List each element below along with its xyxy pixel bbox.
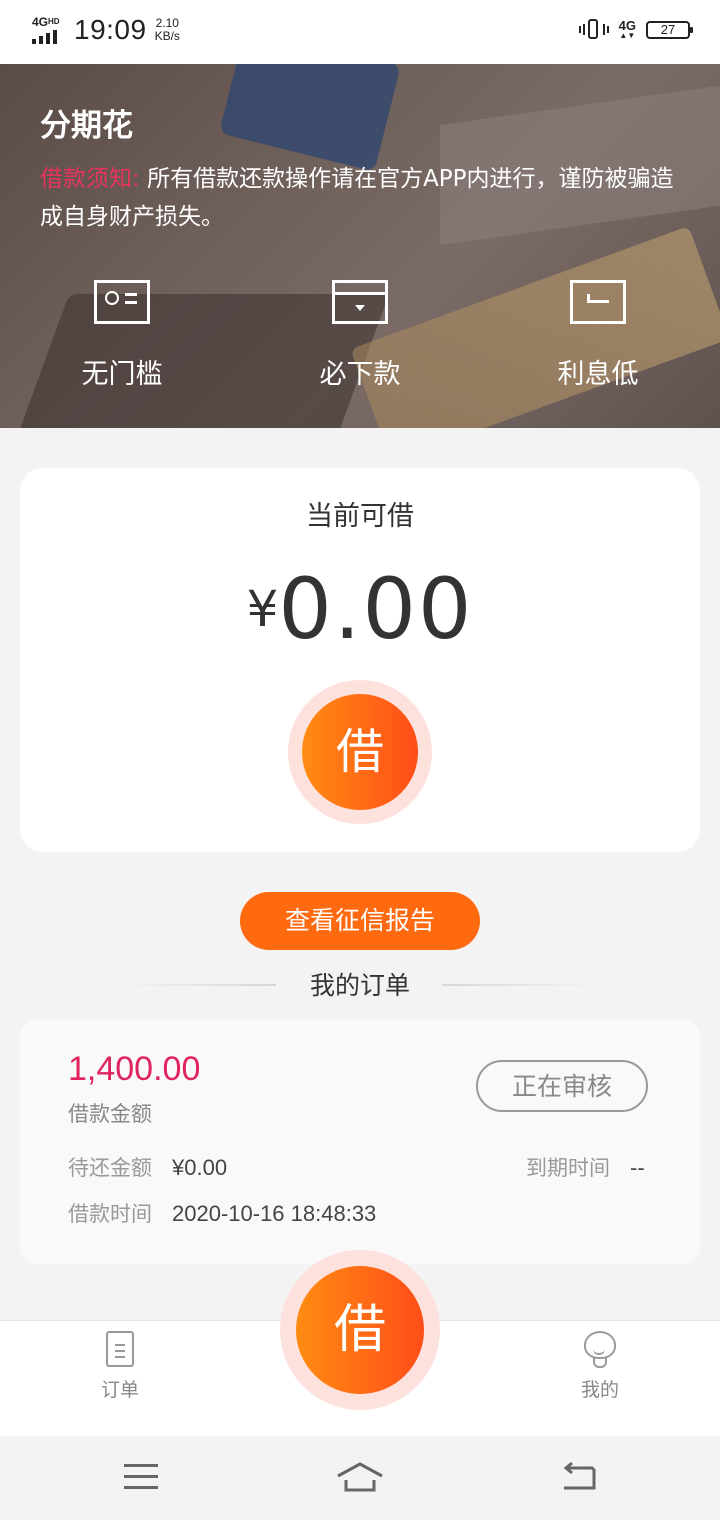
network-indicator: 4GHD [32,16,68,44]
signal-icon [32,30,68,44]
tab-mine[interactable]: 我的 [540,1331,660,1402]
notice-label: 借款须知: [40,166,140,192]
feature-no-threshold: 无门槛 [32,280,212,391]
order-amount-label: 借款金额 [68,1102,152,1126]
borrow-button-label[interactable]: 借 [302,694,418,810]
loan-time-value: 2020-10-16 18:48:33 [172,1201,377,1226]
currency-symbol: ¥ [246,580,279,638]
due-time-label: 到期时间 [526,1156,610,1180]
my-orders-title: 我的订单 [309,971,410,1000]
pending-amount-label: 待还金额 [68,1156,152,1180]
menu-icon[interactable] [124,1464,158,1490]
divider-right [442,984,596,986]
status-bar: 4GHD 19:09 2.10 KB/s 4G ▲▼ 27 [0,0,720,64]
banner-bg-card [219,64,401,172]
system-nav-bar [0,1436,720,1520]
available-credit-title: 当前可借 [306,501,414,532]
amount-value: 0.00 [278,560,474,658]
feature-label: 无门槛 [81,359,163,390]
feature-label: 必下款 [319,359,401,390]
clock: 19:09 [74,14,147,45]
due-time-row: 到期时间 -- [526,1152,645,1182]
tab-mine-label: 我的 [580,1379,619,1401]
order-amount: 1,400.00 [68,1050,201,1088]
feature-guaranteed: 必下款 [270,280,450,391]
home-icon[interactable] [336,1462,384,1492]
vibrate-icon [578,18,609,42]
due-time-value: -- [630,1155,645,1180]
loan-time-label: 借款时间 [68,1202,152,1226]
available-credit-amount: ¥0.00 [20,560,700,658]
document-icon [104,1331,136,1369]
borrow-fab-label[interactable]: 借 [296,1266,424,1394]
data-arrows-icon: ▲▼ [619,31,636,40]
network-hd: HD [48,17,60,26]
feature-list: 无门槛 必下款 利息低 [0,280,720,400]
view-credit-report-button[interactable]: 查看征信报告 [240,892,480,950]
profile-icon [584,1331,616,1369]
net-speed-unit: KB/s [154,29,180,43]
feature-low-interest: 利息低 [508,280,688,391]
my-orders-heading: 我的订单 [0,966,720,1002]
return-card-icon [570,280,626,324]
borrow-button[interactable]: 借 [288,680,432,824]
network-4g-indicator: 4G ▲▼ [619,19,636,40]
borrow-fab-button[interactable]: 借 [280,1250,440,1410]
status-left: 4GHD 19:09 2.10 KB/s [32,14,180,46]
header-banner: 分期花 借款须知: 所有借款还款操作请在官方APP内进行，谨防被骗造成自身财产损… [0,64,720,428]
order-status-badge: 正在审核 [476,1060,648,1112]
network-type: 4G [32,15,49,29]
net-speed: 2.10 KB/s [155,17,180,43]
tab-orders[interactable]: 订单 [60,1331,180,1402]
loan-time-row: 借款时间 2020-10-16 18:48:33 [68,1198,376,1228]
pending-amount-value: ¥0.00 [172,1155,228,1180]
loan-notice: 借款须知: 所有借款还款操作请在官方APP内进行，谨防被骗造成自身财产损失。 [40,160,690,236]
battery-icon: 27 [646,21,693,39]
id-card-icon [94,280,150,324]
wallet-icon [332,280,388,324]
order-item[interactable]: 1,400.00 借款金额 正在审核 待还金额 ¥0.00 到期时间 -- 借款时间… [20,1020,700,1264]
status-right: 4G ▲▼ 27 [578,18,693,42]
app-title: 分期花 [40,108,133,144]
available-credit-card: 当前可借 ¥0.00 借 [20,468,700,852]
feature-label: 利息低 [557,359,639,390]
tab-orders-label: 订单 [100,1379,139,1401]
pending-amount-row: 待还金额 ¥0.00 [68,1152,227,1182]
back-icon[interactable] [562,1462,598,1492]
